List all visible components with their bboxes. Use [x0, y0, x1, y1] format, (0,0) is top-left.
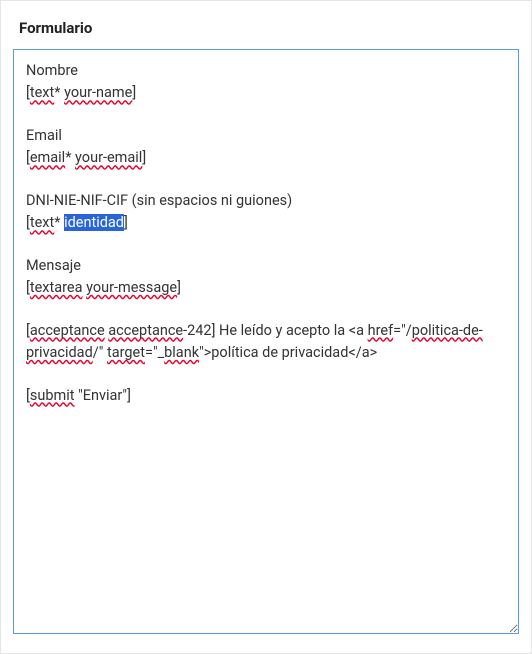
form-block: [acceptance acceptance-242] He leído y a…	[26, 320, 506, 365]
form-block: Email[email* your-email]	[26, 125, 506, 170]
form-template-textarea[interactable]: Nombre[text* your-name] Email[email* your…	[13, 49, 519, 634]
form-block: Mensaje[textarea your-message]	[26, 255, 506, 300]
form-panel: Formulario Nombre[text* your-name]Email[…	[0, 0, 532, 654]
field-label-line: DNI-NIE-NIF-CIF (sin espacios ni guiones…	[26, 190, 506, 212]
form-block: [submit "Enviar"]	[26, 385, 506, 407]
field-label-line: Email	[26, 125, 506, 147]
field-tag-line: [email* your-email]	[26, 147, 506, 169]
form-block: Nombre[text* your-name]	[26, 60, 506, 105]
form-line: [acceptance acceptance-242] He leído y a…	[26, 320, 506, 365]
field-label-line: Mensaje	[26, 255, 506, 277]
form-line: [submit "Enviar"]	[26, 385, 506, 407]
field-tag-line: [text* identidad]	[26, 212, 506, 234]
field-tag-line: [text* your-name]	[26, 82, 506, 104]
field-label-line: Nombre	[26, 60, 506, 82]
panel-title: Formulario	[19, 19, 519, 37]
form-block: DNI-NIE-NIF-CIF (sin espacios ni guiones…	[26, 190, 506, 235]
field-tag-line: [textarea your-message]	[26, 277, 506, 299]
